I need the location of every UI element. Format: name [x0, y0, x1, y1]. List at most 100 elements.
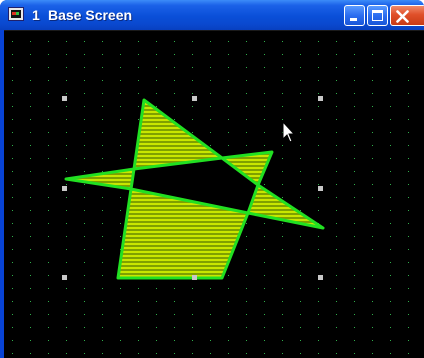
grid-dot	[66, 41, 67, 42]
drawing-area[interactable]	[4, 30, 424, 358]
grid-dot	[246, 249, 247, 250]
selection-handle-bottom-left[interactable]	[62, 275, 67, 280]
grid-dot	[66, 158, 67, 159]
grid-dot	[30, 54, 31, 55]
grid-dot	[354, 301, 355, 302]
close-button[interactable]	[390, 5, 424, 26]
grid-dot	[138, 119, 139, 120]
grid-dot	[12, 301, 13, 302]
grid-dot	[282, 223, 283, 224]
grid-dot	[210, 340, 211, 341]
grid-dot	[300, 210, 301, 211]
grid-dot	[30, 262, 31, 263]
grid-dot	[336, 288, 337, 289]
grid-dot	[318, 80, 319, 81]
grid-dot	[12, 197, 13, 198]
grid-dot	[264, 327, 265, 328]
grid-dot	[12, 54, 13, 55]
grid-dot	[372, 353, 373, 354]
grid-dot	[246, 119, 247, 120]
grid-dot	[408, 236, 409, 237]
grid-dot	[246, 41, 247, 42]
grid-dot	[228, 41, 229, 42]
grid-dot	[30, 223, 31, 224]
grid-dot	[192, 132, 193, 133]
grid-dot	[210, 288, 211, 289]
grid-dot	[246, 106, 247, 107]
grid-dot	[354, 106, 355, 107]
maximize-button[interactable]	[367, 5, 388, 26]
grid-dot	[318, 171, 319, 172]
grid-dot	[264, 67, 265, 68]
grid-dot	[390, 275, 391, 276]
grid-dot	[66, 119, 67, 120]
selection-handle-top-left[interactable]	[62, 96, 67, 101]
grid-dot	[408, 314, 409, 315]
grid-dot	[300, 275, 301, 276]
grid-dot	[408, 210, 409, 211]
grid-dot	[354, 119, 355, 120]
grid-dot	[390, 210, 391, 211]
grid-dot	[30, 340, 31, 341]
grid-dot	[102, 132, 103, 133]
grid-dot	[228, 314, 229, 315]
grid-dot	[84, 275, 85, 276]
minimize-button[interactable]	[344, 5, 365, 26]
grid-dot	[84, 145, 85, 146]
grid-dot	[84, 314, 85, 315]
grid-dot	[120, 327, 121, 328]
grid-dot	[390, 340, 391, 341]
grid-dot	[210, 301, 211, 302]
selection-handle-top-center[interactable]	[192, 96, 197, 101]
app-icon[interactable]	[8, 7, 24, 21]
selection-handle-bottom-center[interactable]	[192, 275, 197, 280]
grid-dot	[48, 93, 49, 94]
title-bar[interactable]: 1 Base Screen	[0, 0, 424, 30]
grid-dot	[102, 353, 103, 354]
grid-dot	[300, 288, 301, 289]
grid-dot	[66, 210, 67, 211]
grid-dot	[138, 93, 139, 94]
grid-dot	[48, 119, 49, 120]
grid-dot	[84, 93, 85, 94]
grid-dot	[156, 314, 157, 315]
grid-dot	[102, 93, 103, 94]
grid-dot	[84, 158, 85, 159]
grid-dot	[354, 353, 355, 354]
grid-dot	[84, 327, 85, 328]
grid-dot	[408, 353, 409, 354]
grid-dot	[66, 80, 67, 81]
selection-handle-top-right[interactable]	[318, 96, 323, 101]
grid-dot	[120, 301, 121, 302]
grid-dot	[372, 119, 373, 120]
grid-dot	[354, 314, 355, 315]
selection-handle-middle-left[interactable]	[62, 186, 67, 191]
grid-dot	[66, 223, 67, 224]
grid-dot	[282, 184, 283, 185]
grid-dot	[84, 80, 85, 81]
grid-dot	[120, 236, 121, 237]
grid-dot	[30, 249, 31, 250]
grid-dot	[390, 54, 391, 55]
grid-dot	[336, 327, 337, 328]
grid-dot	[390, 301, 391, 302]
grid-dot	[354, 184, 355, 185]
grid-dot	[390, 262, 391, 263]
grid-dot	[264, 41, 265, 42]
selection-handle-bottom-right[interactable]	[318, 275, 323, 280]
grid-dot	[66, 106, 67, 107]
grid-dot	[84, 197, 85, 198]
drawing-canvas[interactable]	[4, 31, 424, 358]
grid-dot	[408, 262, 409, 263]
grid-dot	[174, 301, 175, 302]
grid-dot	[372, 145, 373, 146]
grid-dot	[138, 288, 139, 289]
grid-dot	[174, 327, 175, 328]
grid-dot	[30, 184, 31, 185]
selection-handle-middle-right[interactable]	[318, 186, 323, 191]
grid-dot	[372, 340, 373, 341]
grid-dot	[138, 54, 139, 55]
grid-dot	[48, 314, 49, 315]
grid-dot	[30, 301, 31, 302]
grid-dot	[246, 93, 247, 94]
